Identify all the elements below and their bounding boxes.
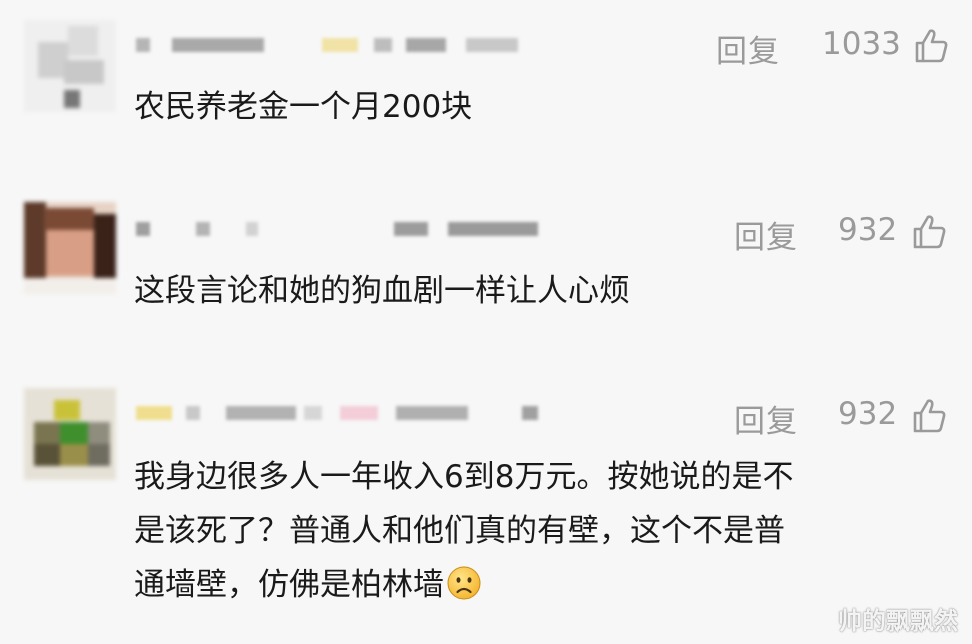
thumbs-up-icon[interactable]	[912, 398, 946, 434]
like-count: 932	[838, 396, 898, 432]
like-count: 932	[838, 212, 898, 248]
comment-item: 回复 1033 农民养老金一个月200块	[0, 0, 972, 180]
avatar[interactable]	[24, 388, 116, 480]
like-count: 1033	[822, 26, 901, 62]
username-blurred[interactable]	[136, 36, 526, 56]
comment-line: 通墙壁，仿佛是柏林墙	[134, 567, 444, 603]
username-blurred[interactable]	[136, 220, 546, 240]
username-blurred[interactable]	[136, 404, 546, 424]
comment-line-with-emoji: 通墙壁，仿佛是柏林墙	[134, 558, 793, 612]
thumbs-up-icon[interactable]	[912, 214, 946, 250]
comment-list: 回复 1033 农民养老金一个月200块 回复 932 这段言论和她的狗血剧一样…	[0, 0, 972, 644]
comment-text: 农民养老金一个月200块	[134, 80, 472, 134]
comment-item: 回复 932 这段言论和她的狗血剧一样让人心烦	[0, 180, 972, 370]
thumbs-up-icon[interactable]	[914, 28, 948, 64]
comment-item: 回复 932 我身边很多人一年收入6到8万元。按她说的是不 是该死了？普通人和他…	[0, 370, 972, 644]
reply-button[interactable]: 回复	[734, 396, 798, 441]
sad-face-emoji	[447, 566, 481, 600]
reply-button[interactable]: 回复	[734, 212, 798, 257]
comment-text: 这段言论和她的狗血剧一样让人心烦	[134, 264, 630, 318]
comment-line: 农民养老金一个月200块	[134, 89, 473, 125]
comment-line: 是该死了？普通人和他们真的有壁，这个不是普	[134, 513, 785, 549]
reply-button[interactable]: 回复	[716, 26, 780, 71]
comment-text: 我身边很多人一年收入6到8万元。按她说的是不 是该死了？普通人和他们真的有壁，这…	[134, 450, 793, 612]
comment-line: 这段言论和她的狗血剧一样让人心烦	[134, 273, 630, 309]
avatar[interactable]	[24, 20, 116, 112]
watermark: 帅的飘飘然	[838, 607, 958, 635]
comment-line: 我身边很多人一年收入6到8万元。按她说的是不	[134, 459, 794, 495]
avatar[interactable]	[24, 202, 116, 294]
